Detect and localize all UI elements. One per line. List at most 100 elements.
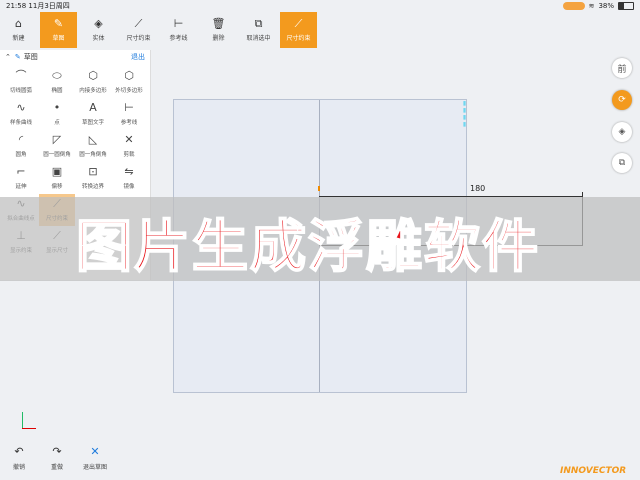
- bottom-label: 退出草图: [82, 464, 107, 471]
- sketch-icon: ✎: [14, 53, 21, 61]
- tool-label: 椭圆: [51, 88, 63, 94]
- tool-label: 偏移: [51, 184, 63, 190]
- dimension-value[interactable]: 180: [470, 184, 485, 193]
- tool-icon: ▣: [51, 165, 63, 178]
- tool-label: 参考线: [120, 120, 138, 126]
- tool-icon: ⬡: [124, 69, 134, 82]
- tool-item-13[interactable]: ▣ 偏移: [39, 162, 75, 194]
- bottom-button-0[interactable]: ↶ 撤销: [0, 440, 38, 476]
- tool-label: 点: [54, 120, 60, 126]
- tool-label: 转换边界: [81, 184, 104, 190]
- battery-percent: 38%: [598, 2, 614, 10]
- bottom-bar: ↶ 撤销 ↷ 重做 ✕ 退出草图: [0, 440, 114, 476]
- tool-icon: ⊢: [124, 101, 134, 114]
- tool-label: 圆一圆倒角: [43, 152, 71, 158]
- tool-label: 草图文字: [81, 120, 104, 126]
- status-bar: 21:58 11月3日周四 ≋ 38%: [0, 0, 640, 12]
- status-right: ≋ 38%: [562, 2, 634, 10]
- canvas-watermark: ▮▮▮▮: [461, 100, 468, 128]
- bottom-button-1[interactable]: ↷ 重做: [38, 440, 76, 476]
- tool-icon: ✕: [124, 133, 134, 146]
- banner-title: 图片生成浮雕软件: [75, 214, 540, 281]
- tool-item-3[interactable]: ⬡ 外切多边形: [111, 66, 147, 98]
- tool-icon: •: [53, 101, 61, 114]
- toolbar-button-5[interactable]: 🗑 删除: [200, 12, 237, 48]
- tool-label: 延伸: [15, 184, 27, 190]
- tool-item-4[interactable]: ∿ 样条曲线: [3, 98, 39, 130]
- tool-item-7[interactable]: ⊢ 参考线: [111, 98, 147, 130]
- dimension-anchor[interactable]: [318, 186, 320, 191]
- tool-label: 外切多边形: [115, 88, 143, 94]
- toolbar-label: 尺寸约束: [286, 35, 311, 42]
- toolbar-icon: ◈: [94, 17, 103, 30]
- tool-item-5[interactable]: • 点: [39, 98, 75, 130]
- battery-icon: [618, 2, 634, 10]
- tool-item-8[interactable]: ◜ 圆角: [3, 130, 39, 162]
- toolbar-label: 新建: [12, 35, 25, 42]
- tool-item-1[interactable]: ⬭ 椭圆: [39, 66, 75, 98]
- bottom-icon: ↷: [52, 445, 62, 458]
- toolbar-button-4[interactable]: ⊢ 参考线: [160, 12, 197, 48]
- toolbar-icon: ⌂: [15, 17, 22, 30]
- tool-item-9[interactable]: ◸ 圆一圆倒角: [39, 130, 75, 162]
- toolbar-button-0[interactable]: ⌂ 新建: [0, 12, 37, 48]
- view-button-0[interactable]: 前: [612, 58, 632, 78]
- brand-logo: INNOVECTOR: [560, 466, 627, 476]
- bottom-button-2[interactable]: ✕ 退出草图: [76, 440, 114, 476]
- top-toolbar: ⌂ 新建 ✎ 草图 ◈ 实体 ⟋ 尺寸约束 ⊢ 参考线 🗑 删除 ⧉ 取消选中 ⟋ 尺寸约束: [0, 12, 640, 50]
- x-axis: [22, 428, 36, 429]
- tool-item-10[interactable]: ◺ 圆一角倒角: [75, 130, 111, 162]
- bottom-label: 重做: [50, 464, 63, 471]
- toolbar-label: 实体: [92, 35, 105, 42]
- tool-item-14[interactable]: ⊡ 转换边界: [75, 162, 111, 194]
- toolbar-label: 尺寸约束: [126, 35, 151, 42]
- tool-label: 样条曲线: [9, 120, 32, 126]
- toolbar-button-2[interactable]: ◈ 实体: [80, 12, 117, 48]
- tool-item-6[interactable]: A 草图文字: [75, 98, 111, 130]
- chevron-up-icon[interactable]: ⌃: [5, 53, 11, 61]
- tool-label: 圆角: [15, 152, 27, 158]
- tool-icon: ⌒: [15, 69, 27, 82]
- tool-item-12[interactable]: ⌐ 延伸: [3, 162, 39, 194]
- toolbar-icon: ⧉: [254, 17, 263, 30]
- status-left: 21:58 11月3日周四: [6, 1, 70, 11]
- tool-icon: ∿: [16, 101, 26, 114]
- y-axis: [22, 412, 23, 428]
- toolbar-label: 取消选中: [246, 35, 271, 42]
- tool-item-15[interactable]: ⇋ 镜像: [111, 162, 147, 194]
- toolbar-button-6[interactable]: ⧉ 取消选中: [240, 12, 277, 48]
- toolbar-label: 草图: [52, 35, 65, 42]
- tool-item-2[interactable]: ⬡ 内接多边形: [75, 66, 111, 98]
- toolbar-label: 删除: [212, 35, 225, 42]
- tool-label: 剪裁: [123, 152, 135, 158]
- toolbar-button-3[interactable]: ⟋ 尺寸约束: [120, 12, 157, 48]
- view-button-1[interactable]: ⟳: [612, 90, 632, 110]
- toolbar-label: 参考线: [169, 35, 188, 42]
- toolbar-button-7[interactable]: ⟋ 尺寸约束: [280, 12, 317, 48]
- tool-icon: ⊡: [88, 165, 98, 178]
- tool-label: 镜像: [123, 184, 135, 190]
- tool-item-11[interactable]: ✕ 剪裁: [111, 130, 147, 162]
- toolbar-icon: ⟋: [134, 17, 143, 30]
- status-time: 21:58: [6, 2, 27, 10]
- tool-icon: ⇋: [124, 165, 134, 178]
- tool-icon: A: [89, 101, 97, 114]
- axis-indicator: [18, 408, 40, 430]
- status-date: 11月3日周四: [28, 2, 70, 10]
- toolbar-icon: ✎: [53, 17, 64, 30]
- tool-icon: ◺: [88, 133, 98, 146]
- tool-label: 圆一角倒角: [79, 152, 107, 158]
- record-indicator: [562, 2, 585, 10]
- panel-exit-button[interactable]: 退出: [131, 52, 145, 62]
- tool-label: 切线圆弧: [9, 88, 32, 94]
- view-button-2[interactable]: ◈: [612, 122, 632, 142]
- tool-icon: ◸: [52, 133, 62, 146]
- toolbar-button-1[interactable]: ✎ 草图: [40, 12, 77, 48]
- tool-item-0[interactable]: ⌒ 切线圆弧: [3, 66, 39, 98]
- toolbar-icon: ⊢: [173, 17, 184, 30]
- view-button-3[interactable]: ⧉: [612, 153, 632, 173]
- tool-label: 内接多边形: [79, 88, 107, 94]
- tool-icon: ⌐: [16, 165, 26, 178]
- panel-header: ⌃ ✎ 草图 退出: [0, 50, 150, 64]
- bottom-label: 撤销: [12, 464, 25, 471]
